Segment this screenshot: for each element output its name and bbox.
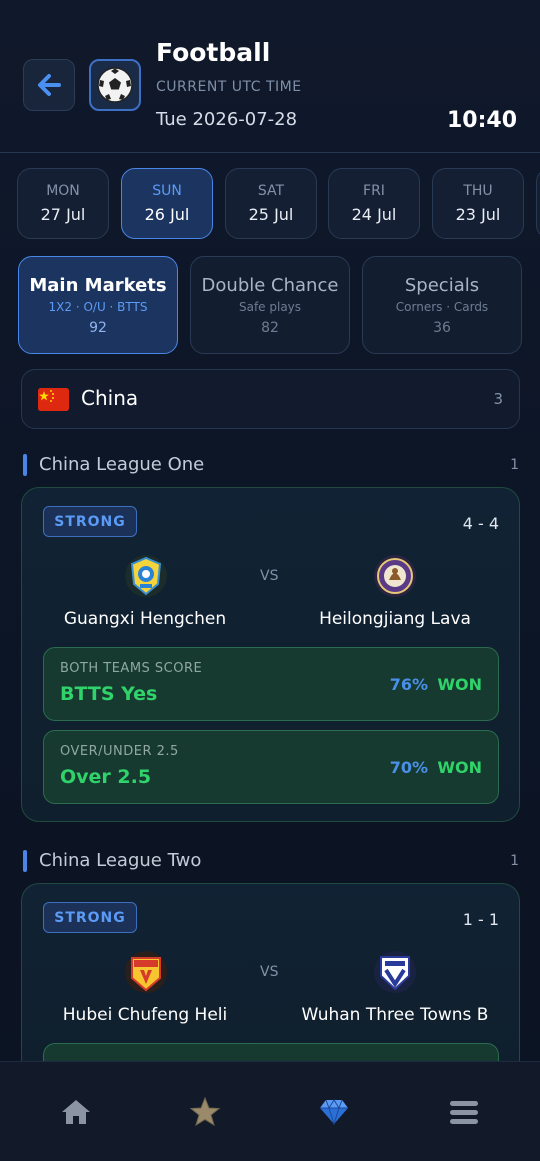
day-date: 26 Jul <box>144 205 190 224</box>
current-date: Tue 2026-07-28 <box>156 109 298 130</box>
tab-count: 82 <box>261 319 279 336</box>
day-date: 23 Jul <box>455 205 501 224</box>
bottom-nav <box>0 1061 540 1161</box>
pick-result: WON <box>437 758 482 777</box>
day-chip-fri[interactable]: FRI 24 Jul <box>328 168 420 239</box>
day-selector: MON 27 Jul SUN 26 Jul SAT 25 Jul FRI 24 … <box>17 168 540 240</box>
vs-label: VS <box>260 964 279 980</box>
star-icon <box>189 1096 221 1127</box>
tab-count: 36 <box>433 319 451 336</box>
tab-main-markets[interactable]: Main Markets 1X2 · O/U · BTTS 92 <box>18 256 178 354</box>
menu-icon <box>450 1101 478 1124</box>
country-count: 3 <box>493 390 503 408</box>
pick-probability: 70% <box>389 758 428 777</box>
away-team-logo <box>374 555 416 597</box>
match-score: 1 - 1 <box>462 910 499 929</box>
home-team-logo <box>125 951 167 993</box>
arrow-left-icon <box>38 74 61 96</box>
day-chip-sun[interactable]: SUN 26 Jul <box>121 168 213 239</box>
league-accent-bar <box>23 850 27 872</box>
nav-menu[interactable] <box>444 1092 484 1132</box>
pick-value: Over 2.5 <box>60 766 152 788</box>
tab-label: Main Markets <box>29 274 167 296</box>
tab-subtitle: Corners · Cards <box>395 299 489 314</box>
prediction-pick-partial[interactable] <box>43 1043 499 1062</box>
prediction-pick[interactable]: OVER/UNDER 2.5 Over 2.5 70% WON <box>43 730 499 804</box>
day-name: FRI <box>363 183 385 199</box>
sport-icon-box <box>89 59 141 111</box>
league-count: 1 <box>510 853 519 869</box>
home-team-logo <box>125 555 167 597</box>
nav-home[interactable] <box>56 1092 96 1132</box>
day-date: 25 Jul <box>248 205 294 224</box>
day-date: 27 Jul <box>40 205 86 224</box>
back-button[interactable] <box>23 59 75 111</box>
day-chip-sat[interactable]: SAT 25 Jul <box>225 168 317 239</box>
away-team-logo <box>374 951 416 993</box>
current-time: 10:40 <box>446 108 517 133</box>
nav-favorites[interactable] <box>185 1092 225 1132</box>
tab-subtitle: 1X2 · O/U · BTTS <box>48 299 148 314</box>
match-card[interactable]: STRONG 1 - 1 VS Hubei Chufeng Heli Wuhan… <box>21 883 520 1062</box>
day-name: MON <box>46 183 80 199</box>
day-name: SAT <box>257 183 285 199</box>
away-team-name: Wuhan Three Towns B <box>301 1005 489 1025</box>
country-name: China <box>81 386 139 410</box>
country-row-china[interactable]: China 3 <box>21 369 520 429</box>
pick-value: BTTS Yes <box>60 683 158 705</box>
header: Football CURRENT UTC TIME Tue 2026-07-28… <box>0 0 540 153</box>
tab-double-chance[interactable]: Double Chance Safe plays 82 <box>190 256 350 354</box>
pick-probability: 76% <box>389 675 428 694</box>
pick-result: WON <box>437 675 482 694</box>
tab-label: Double Chance <box>201 274 339 296</box>
china-flag-icon <box>38 388 69 411</box>
match-card[interactable]: STRONG 4 - 4 VS Guangxi Hengchen Heilong… <box>21 487 520 822</box>
away-team-name: Heilongjiang Lava <box>319 609 471 629</box>
pick-market-label: OVER/UNDER 2.5 <box>60 744 179 759</box>
soccer-ball-icon <box>97 67 133 103</box>
tab-specials[interactable]: Specials Corners · Cards 36 <box>362 256 522 354</box>
pick-market-label: BOTH TEAMS SCORE <box>60 661 203 676</box>
strength-badge: STRONG <box>43 902 137 933</box>
league-name: China League One <box>39 454 205 475</box>
tab-count: 92 <box>89 319 107 336</box>
day-name: SUN <box>152 183 182 199</box>
utc-time-label: CURRENT UTC TIME <box>156 79 302 95</box>
day-date: 24 Jul <box>351 205 397 224</box>
league-count: 1 <box>510 457 519 473</box>
page-title: Football <box>156 38 271 67</box>
vs-label: VS <box>260 568 279 584</box>
home-team-name: Hubei Chufeng Heli <box>62 1005 228 1025</box>
prediction-pick[interactable]: BOTH TEAMS SCORE BTTS Yes 76% WON <box>43 647 499 721</box>
home-icon <box>62 1100 90 1124</box>
day-chip-mon[interactable]: MON 27 Jul <box>17 168 109 239</box>
home-team-name: Guangxi Hengchen <box>63 609 227 629</box>
day-name: THU <box>463 183 493 199</box>
match-score: 4 - 4 <box>462 514 499 533</box>
day-chip-partial[interactable] <box>536 168 540 239</box>
league-name: China League Two <box>39 850 202 871</box>
league-accent-bar <box>23 454 27 476</box>
diamond-icon <box>320 1099 348 1126</box>
tab-subtitle: Safe plays <box>238 299 302 314</box>
day-chip-thu[interactable]: THU 23 Jul <box>432 168 524 239</box>
nav-premium[interactable] <box>314 1092 354 1132</box>
strength-badge: STRONG <box>43 506 137 537</box>
tab-label: Specials <box>404 274 480 296</box>
